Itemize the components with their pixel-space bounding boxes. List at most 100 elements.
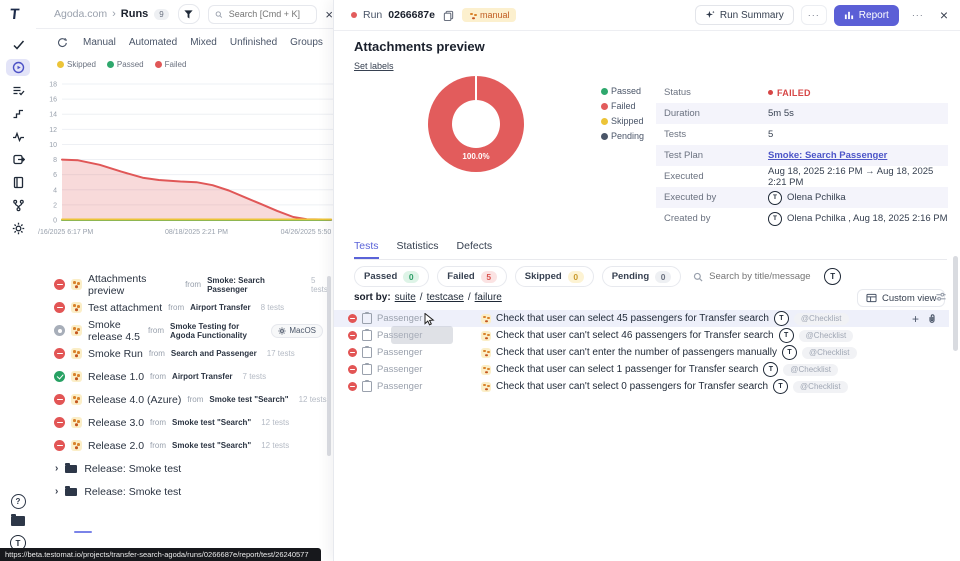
legend-item[interactable]: Passed: [601, 86, 644, 96]
assignee-avatar[interactable]: T: [763, 362, 778, 377]
breadcrumb-project[interactable]: Agoda.com: [54, 8, 107, 20]
report-button[interactable]: Report: [834, 5, 899, 26]
mouse-cursor: [424, 313, 435, 326]
run-list-item[interactable]: Release 2.0 from Smoke test "Search" 12 …: [36, 434, 333, 457]
run-title: Release 3.0: [88, 417, 144, 429]
environment-badge[interactable]: MacOS: [271, 324, 323, 338]
test-row[interactable]: Passenger Check that user can't select 0…: [334, 378, 949, 395]
legend-item[interactable]: Passed: [107, 60, 144, 69]
run-list-item[interactable]: Test attachment from Airport Transfer 8 …: [36, 296, 333, 319]
results-list-icon[interactable]: [6, 82, 30, 99]
legend-item[interactable]: Failed: [601, 101, 644, 111]
right-scrollbar-thumb[interactable]: [953, 256, 958, 351]
projects-folder-icon[interactable]: [0, 516, 36, 526]
clipboard-suite-icon: [362, 313, 372, 324]
test-tag[interactable]: @Checklist: [794, 313, 849, 325]
set-labels-link[interactable]: Set labels: [354, 61, 394, 71]
result-filter-pill[interactable]: Passed0: [354, 266, 429, 287]
run-list-item[interactable]: Attachments preview from Smoke: Search P…: [36, 273, 333, 296]
tests-search-input[interactable]: [707, 270, 816, 283]
legend-item[interactable]: Skipped: [57, 60, 96, 69]
close-icon[interactable]: ×: [937, 7, 951, 23]
sort-option-link[interactable]: failure: [475, 292, 502, 303]
run-list-item[interactable]: Release 1.0 from Airport Transfer 7 test…: [36, 365, 333, 388]
add-icon[interactable]: +: [912, 313, 919, 325]
export-icon[interactable]: [6, 151, 30, 168]
runs-icon[interactable]: [6, 59, 30, 76]
manual-run-icon: [71, 394, 82, 405]
tests-search[interactable]: [693, 270, 816, 283]
donut-legend: Passed Failed Skipped Pending: [601, 86, 644, 141]
copy-icon[interactable]: [441, 8, 456, 23]
run-filter-tab[interactable]: Manual: [83, 37, 116, 48]
legend-dot: [601, 133, 608, 140]
more-actions-button[interactable]: ···: [801, 5, 827, 25]
test-row[interactable]: Passenger Check that user can select 1 p…: [334, 361, 949, 378]
run-filter-tab[interactable]: Groups: [290, 37, 323, 48]
filter-funnel-button[interactable]: [178, 4, 200, 24]
result-filter-pill[interactable]: Pending0: [602, 266, 681, 287]
chevron-right-icon[interactable]: ›: [55, 486, 58, 497]
app-logo[interactable]: T: [9, 6, 20, 23]
assignee-avatar[interactable]: T: [779, 328, 794, 343]
result-filter-pill[interactable]: Failed5: [437, 266, 506, 287]
assignee-avatar[interactable]: T: [774, 311, 789, 326]
legend-item[interactable]: Pending: [601, 131, 644, 141]
assignee-avatar[interactable]: T: [782, 345, 797, 360]
tests-icon[interactable]: [6, 36, 30, 53]
help-icon[interactable]: ?: [0, 494, 36, 509]
sort-option-link[interactable]: testcase: [427, 292, 464, 303]
view-settings-sliders-icon[interactable]: [935, 291, 947, 302]
refresh-icon[interactable]: [55, 35, 70, 50]
search-input[interactable]: [227, 8, 311, 20]
run-tests-count: 12 tests: [299, 395, 327, 404]
left-scrollbar-thumb[interactable]: [327, 276, 331, 456]
run-filter-tab[interactable]: Mixed: [190, 37, 217, 48]
legend-dot: [155, 61, 162, 68]
test-tag[interactable]: @Checklist: [802, 347, 857, 359]
custom-view-button[interactable]: Custom view: [857, 289, 945, 307]
run-folder-item[interactable]: › Release: Smoke test: [36, 480, 333, 503]
global-search[interactable]: [208, 5, 317, 24]
manual-run-icon: [71, 440, 82, 451]
test-tag[interactable]: @Checklist: [799, 330, 854, 342]
manual-run-icon: [71, 348, 82, 359]
run-list-item[interactable]: Release 4.0 (Azure) from Smoke test "Sea…: [36, 388, 333, 411]
run-list-item[interactable]: Release 3.0 from Smoke test "Search" 12 …: [36, 411, 333, 434]
run-filter-tab[interactable]: Unfinished: [230, 37, 277, 48]
detail-tab[interactable]: Statistics: [397, 240, 439, 259]
run-folder-item[interactable]: › Release: Smoke test: [36, 457, 333, 480]
run-list-item[interactable]: Smoke release 4.5 from Smoke Testing for…: [36, 319, 333, 342]
overflow-menu-button[interactable]: ···: [906, 5, 930, 25]
analytics-pulse-icon[interactable]: [6, 128, 30, 145]
run-info-table: Status T FAILED Duration T 5m 5s: [656, 82, 948, 229]
legend-item[interactable]: Skipped: [601, 116, 644, 126]
breadcrumb-page[interactable]: Runs: [121, 8, 149, 20]
result-filter-pill[interactable]: Skipped0: [515, 266, 594, 287]
test-row[interactable]: Passenger Check that user can't enter th…: [334, 344, 949, 361]
docs-icon[interactable]: [6, 174, 30, 191]
chevron-right-icon[interactable]: ›: [55, 463, 58, 474]
filter-count-badge: 0: [655, 271, 671, 283]
pagination-indicator[interactable]: [74, 531, 92, 533]
detail-tab[interactable]: Tests: [354, 240, 379, 259]
run-source-suite: Smoke: Search Passenger: [207, 276, 301, 294]
manual-run-icon: [71, 417, 82, 428]
sort-option-link[interactable]: suite: [395, 292, 416, 303]
assignee-avatar[interactable]: T: [824, 268, 841, 285]
run-summary-button[interactable]: Run Summary: [695, 5, 794, 25]
run-filter-tab[interactable]: Automated: [129, 37, 177, 48]
assignee-avatar[interactable]: T: [773, 379, 788, 394]
attach-link-icon[interactable]: [927, 313, 937, 324]
branch-fork-icon[interactable]: [6, 197, 30, 214]
left-nav-rail: T ? T: [0, 0, 36, 561]
test-tag[interactable]: @Checklist: [793, 381, 848, 393]
steps-icon[interactable]: [6, 105, 30, 122]
run-list-item[interactable]: Smoke Run from Search and Passenger 17 t…: [36, 342, 333, 365]
legend-item[interactable]: Failed: [155, 60, 187, 69]
run-tests-count: 12 tests: [261, 441, 289, 450]
panel-close-icon[interactable]: ×: [325, 8, 333, 21]
settings-gear-icon[interactable]: [6, 220, 30, 237]
detail-tab[interactable]: Defects: [457, 240, 493, 259]
test-tag[interactable]: @Checklist: [783, 364, 838, 376]
